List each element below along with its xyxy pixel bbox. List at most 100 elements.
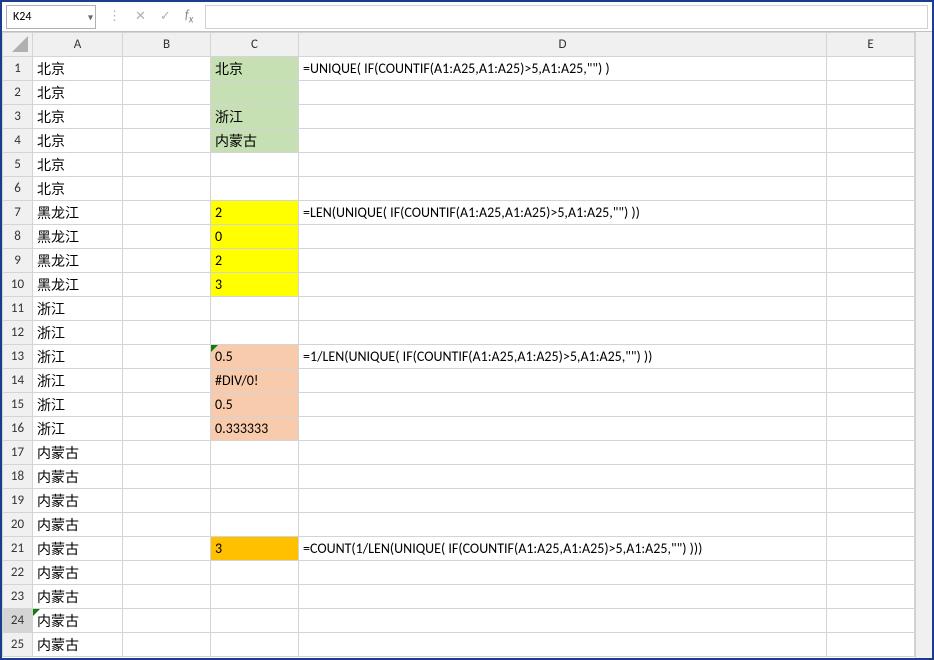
cell-A8[interactable]: 黑龙江 (33, 225, 123, 249)
cell-E11[interactable] (827, 297, 915, 321)
column-header-A[interactable]: A (33, 33, 123, 57)
row-header-20[interactable]: 20 (3, 513, 33, 537)
cell-B4[interactable] (123, 129, 211, 153)
cell-A17[interactable]: 内蒙古 (33, 441, 123, 465)
cell-C18[interactable] (211, 465, 299, 489)
cell-C19[interactable] (211, 489, 299, 513)
cell-A3[interactable]: 北京 (33, 105, 123, 129)
cell-A12[interactable]: 浙江 (33, 321, 123, 345)
cell-B24[interactable] (123, 609, 211, 633)
cell-C22[interactable] (211, 561, 299, 585)
cell-A24[interactable]: 内蒙古 (33, 609, 123, 633)
cell-E20[interactable] (827, 513, 915, 537)
cell-B14[interactable] (123, 369, 211, 393)
cell-D9[interactable] (299, 249, 827, 273)
cell-E6[interactable] (827, 177, 915, 201)
row-header-9[interactable]: 9 (3, 249, 33, 273)
cell-A13[interactable]: 浙江 (33, 345, 123, 369)
row-header-8[interactable]: 8 (3, 225, 33, 249)
cell-C12[interactable] (211, 321, 299, 345)
row-header-10[interactable]: 10 (3, 273, 33, 297)
row-header-2[interactable]: 2 (3, 81, 33, 105)
cell-D24[interactable] (299, 609, 827, 633)
cell-E8[interactable] (827, 225, 915, 249)
cell-A15[interactable]: 浙江 (33, 393, 123, 417)
row-header-1[interactable]: 1 (3, 57, 33, 81)
cell-C2[interactable] (211, 81, 299, 105)
row-header-25[interactable]: 25 (3, 633, 33, 657)
cell-E5[interactable] (827, 153, 915, 177)
cell-E17[interactable] (827, 441, 915, 465)
cell-A20[interactable]: 内蒙古 (33, 513, 123, 537)
cell-A4[interactable]: 北京 (33, 129, 123, 153)
column-header-E[interactable]: E (827, 33, 915, 57)
cell-C1[interactable]: 北京 (211, 57, 299, 81)
cell-D15[interactable] (299, 393, 827, 417)
cell-C14[interactable]: #DIV/0! (211, 369, 299, 393)
cell-C10[interactable]: 3 (211, 273, 299, 297)
row-header-13[interactable]: 13 (3, 345, 33, 369)
row-header-23[interactable]: 23 (3, 585, 33, 609)
row-header-19[interactable]: 19 (3, 489, 33, 513)
cell-E22[interactable] (827, 561, 915, 585)
row-header-18[interactable]: 18 (3, 465, 33, 489)
column-header-B[interactable]: B (123, 33, 211, 57)
cell-C20[interactable] (211, 513, 299, 537)
cell-B15[interactable] (123, 393, 211, 417)
cell-D17[interactable] (299, 441, 827, 465)
row-header-15[interactable]: 15 (3, 393, 33, 417)
cell-A1[interactable]: 北京 (33, 57, 123, 81)
row-header-24[interactable]: 24 (3, 609, 33, 633)
cell-E13[interactable] (827, 345, 915, 369)
column-header-D[interactable]: D (299, 33, 827, 57)
cell-D8[interactable] (299, 225, 827, 249)
column-header-C[interactable]: C (211, 33, 299, 57)
select-all-corner[interactable] (3, 33, 33, 57)
cell-B12[interactable] (123, 321, 211, 345)
cell-D3[interactable] (299, 105, 827, 129)
cell-C8[interactable]: 0 (211, 225, 299, 249)
cell-E10[interactable] (827, 273, 915, 297)
cell-A21[interactable]: 内蒙古 (33, 537, 123, 561)
cell-C5[interactable] (211, 153, 299, 177)
cell-D5[interactable] (299, 153, 827, 177)
cell-A16[interactable]: 浙江 (33, 417, 123, 441)
cell-E1[interactable] (827, 57, 915, 81)
row-header-17[interactable]: 17 (3, 441, 33, 465)
cell-C7[interactable]: 2 (211, 201, 299, 225)
row-header-6[interactable]: 6 (3, 177, 33, 201)
cell-E21[interactable] (827, 537, 915, 561)
row-header-3[interactable]: 3 (3, 105, 33, 129)
cell-A22[interactable]: 内蒙古 (33, 561, 123, 585)
enter-icon[interactable]: ✓ (160, 9, 171, 24)
cell-B16[interactable] (123, 417, 211, 441)
cell-E15[interactable] (827, 393, 915, 417)
cell-D23[interactable] (299, 585, 827, 609)
cell-A14[interactable]: 浙江 (33, 369, 123, 393)
cell-E18[interactable] (827, 465, 915, 489)
cell-E16[interactable] (827, 417, 915, 441)
row-header-4[interactable]: 4 (3, 129, 33, 153)
cell-C6[interactable] (211, 177, 299, 201)
cell-B19[interactable] (123, 489, 211, 513)
cell-A10[interactable]: 黑龙江 (33, 273, 123, 297)
cell-A9[interactable]: 黑龙江 (33, 249, 123, 273)
cell-B11[interactable] (123, 297, 211, 321)
cell-D6[interactable] (299, 177, 827, 201)
cell-D11[interactable] (299, 297, 827, 321)
cell-B5[interactable] (123, 153, 211, 177)
cell-D4[interactable] (299, 129, 827, 153)
row-header-11[interactable]: 11 (3, 297, 33, 321)
name-box[interactable]: K24 ▾ (6, 5, 96, 29)
row-header-12[interactable]: 12 (3, 321, 33, 345)
cell-D16[interactable] (299, 417, 827, 441)
cell-D25[interactable] (299, 633, 827, 657)
cell-E19[interactable] (827, 489, 915, 513)
row-header-14[interactable]: 14 (3, 369, 33, 393)
cell-B17[interactable] (123, 441, 211, 465)
cell-A11[interactable]: 浙江 (33, 297, 123, 321)
cell-E14[interactable] (827, 369, 915, 393)
cell-C13[interactable]: 0.5 (211, 345, 299, 369)
cell-E23[interactable] (827, 585, 915, 609)
cell-A18[interactable]: 内蒙古 (33, 465, 123, 489)
